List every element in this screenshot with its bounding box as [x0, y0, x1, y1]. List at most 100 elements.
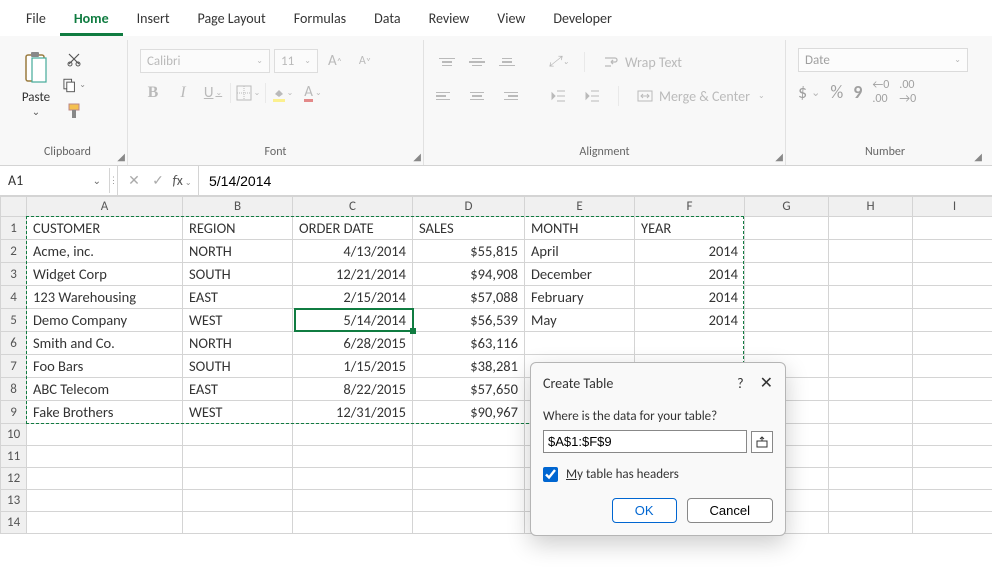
cell[interactable]	[913, 309, 992, 332]
cell[interactable]	[913, 286, 992, 309]
cell[interactable]	[829, 309, 913, 332]
menu-review[interactable]: Review	[415, 4, 484, 36]
cell[interactable]	[745, 217, 829, 240]
font-size-combo[interactable]: 11⌄	[274, 49, 318, 73]
cell[interactable]	[913, 446, 992, 468]
cell[interactable]	[829, 446, 913, 468]
cell[interactable]: 2014	[635, 286, 745, 309]
fx-button[interactable]: fx⌄	[172, 172, 192, 189]
cell[interactable]: 2014	[635, 263, 745, 286]
cell[interactable]: Widget Corp	[27, 263, 183, 286]
dialog-launcher-icon[interactable]: ◢	[974, 150, 982, 163]
comma-format-button[interactable]: 9	[853, 81, 862, 103]
cell[interactable]	[183, 424, 293, 446]
menu-page-layout[interactable]: Page Layout	[184, 4, 280, 36]
cell[interactable]: 2014	[635, 309, 745, 332]
cell[interactable]	[27, 468, 183, 490]
cell[interactable]	[293, 490, 413, 512]
number-format-combo[interactable]: Date⌄	[798, 48, 968, 72]
cell[interactable]	[745, 240, 829, 263]
row-header[interactable]: 14	[1, 512, 27, 534]
row-header[interactable]: 7	[1, 355, 27, 378]
cell[interactable]	[913, 217, 992, 240]
row-header[interactable]: 5	[1, 309, 27, 332]
cell[interactable]: Fake Brothers	[27, 401, 183, 424]
align-left-button[interactable]	[436, 85, 458, 107]
cell[interactable]: $57,088	[413, 286, 525, 309]
cell[interactable]	[829, 332, 913, 355]
cell[interactable]: $56,539	[413, 309, 525, 332]
row-header[interactable]: 13	[1, 490, 27, 512]
cell[interactable]	[413, 446, 525, 468]
cell[interactable]	[745, 332, 829, 355]
cell[interactable]	[27, 424, 183, 446]
font-name-combo[interactable]: Calibri⌄	[140, 49, 270, 73]
underline-button[interactable]: U⌄	[200, 80, 226, 106]
align-middle-button[interactable]	[466, 51, 488, 73]
cell[interactable]	[413, 468, 525, 490]
cell[interactable]	[413, 424, 525, 446]
cell[interactable]	[913, 378, 992, 401]
cut-button[interactable]	[62, 48, 86, 70]
cell[interactable]: NORTH	[183, 332, 293, 355]
cell[interactable]	[293, 512, 413, 534]
worksheet[interactable]: ABCDEFGHI1CUSTOMERREGIONORDER DATESALESM…	[0, 196, 992, 582]
cell[interactable]	[913, 240, 992, 263]
cell[interactable]	[293, 446, 413, 468]
decrease-font-button[interactable]: A˅	[352, 48, 378, 74]
row-header[interactable]: 3	[1, 263, 27, 286]
cell[interactable]	[635, 332, 745, 355]
cell[interactable]: Demo Company	[27, 309, 183, 332]
cell[interactable]: NORTH	[183, 240, 293, 263]
cell[interactable]	[745, 263, 829, 286]
col-header-I[interactable]: I	[913, 197, 992, 217]
cell[interactable]: WEST	[183, 309, 293, 332]
borders-button[interactable]: ⌄	[235, 80, 261, 106]
cell[interactable]: Smith and Co.	[27, 332, 183, 355]
row-header[interactable]: 10	[1, 424, 27, 446]
cancel-button[interactable]: Cancel	[687, 498, 773, 523]
ok-button[interactable]: OK	[612, 498, 677, 523]
cell[interactable]: April	[525, 240, 635, 263]
col-header-B[interactable]: B	[183, 197, 293, 217]
cell[interactable]: December	[525, 263, 635, 286]
paste-button[interactable]: Paste ⌄	[16, 48, 56, 120]
cell[interactable]	[829, 378, 913, 401]
col-header-H[interactable]: H	[829, 197, 913, 217]
menu-view[interactable]: View	[483, 4, 539, 36]
cell[interactable]	[413, 512, 525, 534]
cell[interactable]	[745, 309, 829, 332]
row-header[interactable]: 4	[1, 286, 27, 309]
row-header[interactable]: 6	[1, 332, 27, 355]
dialog-launcher-icon[interactable]: ◢	[117, 150, 125, 163]
cell[interactable]: February	[525, 286, 635, 309]
cell[interactable]: 12/31/2015	[293, 401, 413, 424]
cell[interactable]	[829, 490, 913, 512]
orientation-button[interactable]: ⤢⌄	[546, 49, 572, 75]
cell[interactable]: CUSTOMER	[27, 217, 183, 240]
col-header-G[interactable]: G	[745, 197, 829, 217]
cell[interactable]: EAST	[183, 378, 293, 401]
cancel-entry-button[interactable]: ✕	[124, 172, 144, 189]
help-icon[interactable]: ?	[737, 375, 744, 392]
align-top-button[interactable]	[436, 51, 458, 73]
cell[interactable]: ORDER DATE	[293, 217, 413, 240]
cell[interactable]	[745, 286, 829, 309]
row-header[interactable]: 11	[1, 446, 27, 468]
col-header-A[interactable]: A	[27, 197, 183, 217]
cell[interactable]	[829, 401, 913, 424]
cell[interactable]	[293, 468, 413, 490]
align-center-button[interactable]	[466, 85, 488, 107]
row-header[interactable]: 2	[1, 240, 27, 263]
cell[interactable]	[293, 424, 413, 446]
percent-format-button[interactable]: %	[830, 81, 843, 103]
select-all-corner[interactable]	[1, 197, 27, 217]
cell[interactable]: SALES	[413, 217, 525, 240]
cell[interactable]	[829, 217, 913, 240]
has-headers-checkbox[interactable]	[543, 467, 558, 482]
decrease-decimal-button[interactable]: .00→0	[899, 78, 916, 106]
dialog-launcher-icon[interactable]: ◢	[775, 150, 783, 163]
cell[interactable]: SOUTH	[183, 263, 293, 286]
row-header[interactable]: 9	[1, 401, 27, 424]
cell[interactable]	[829, 240, 913, 263]
